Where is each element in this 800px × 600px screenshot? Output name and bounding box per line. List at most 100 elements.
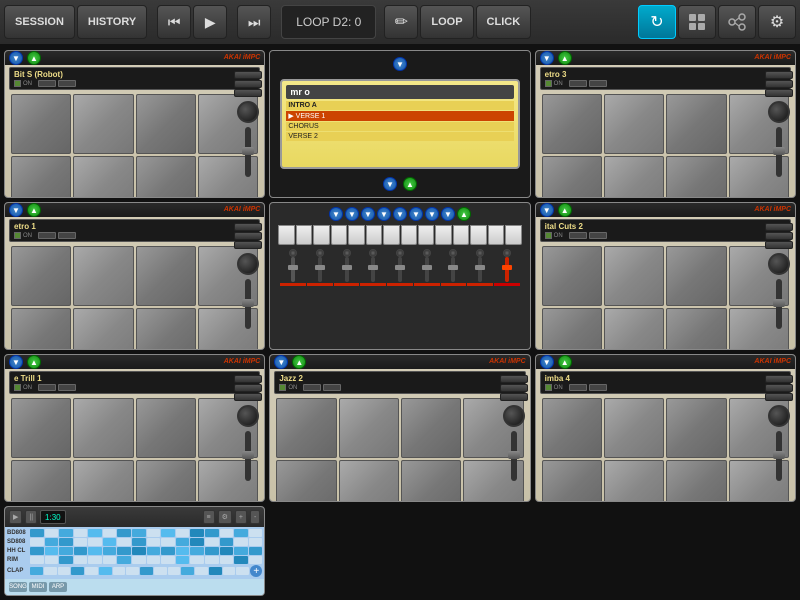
white-key[interactable] <box>383 225 399 245</box>
fader-3[interactable] <box>245 279 251 329</box>
seq-cell[interactable] <box>205 538 219 546</box>
pad[interactable] <box>542 246 602 306</box>
small-btn[interactable] <box>234 71 262 79</box>
kbd-btn-up[interactable]: ▲ <box>457 207 471 221</box>
pad[interactable] <box>136 246 196 306</box>
seq-cell[interactable] <box>58 567 71 575</box>
white-key[interactable] <box>313 225 329 245</box>
small-btn[interactable] <box>765 80 793 88</box>
seq-cell[interactable] <box>45 529 59 537</box>
btn-down-5[interactable]: ▼ <box>540 203 554 217</box>
white-key[interactable] <box>331 225 347 245</box>
pad[interactable] <box>136 398 196 458</box>
seq-cell[interactable] <box>59 538 73 546</box>
seq-song-btn[interactable]: SONG <box>9 582 27 592</box>
seq-btn-4[interactable]: ⚙ <box>218 510 232 524</box>
pad[interactable] <box>11 398 71 458</box>
play-button[interactable]: ▶ <box>193 5 227 39</box>
seq-cell[interactable] <box>88 538 102 546</box>
seq-cell[interactable] <box>190 556 204 564</box>
seq-cell[interactable] <box>88 547 102 555</box>
seq-cell[interactable] <box>44 567 57 575</box>
pad[interactable] <box>73 460 133 502</box>
seq-cell[interactable] <box>45 547 59 555</box>
seq-cell[interactable] <box>74 556 88 564</box>
pad[interactable] <box>542 94 602 154</box>
pad[interactable] <box>604 156 664 198</box>
nodes-button[interactable] <box>718 5 756 39</box>
seq-cell[interactable] <box>59 547 73 555</box>
kbd-btn-down6[interactable]: ▼ <box>409 207 423 221</box>
pad[interactable] <box>73 94 133 154</box>
small-btn[interactable] <box>765 232 793 240</box>
pad[interactable] <box>11 308 71 350</box>
white-key[interactable] <box>505 225 521 245</box>
seq-cell[interactable] <box>176 547 190 555</box>
loop-button[interactable]: LOOP <box>420 5 473 39</box>
mixer-knob[interactable] <box>476 249 484 257</box>
pad[interactable] <box>73 246 133 306</box>
pad[interactable] <box>542 156 602 198</box>
seq-cell[interactable] <box>220 529 234 537</box>
mixer-knob[interactable] <box>396 249 404 257</box>
seq-cell[interactable] <box>99 567 112 575</box>
prog-checkbox-2[interactable] <box>545 80 552 87</box>
pad[interactable] <box>666 94 726 154</box>
pad[interactable] <box>11 156 71 198</box>
seq-cell[interactable] <box>117 529 131 537</box>
pad[interactable] <box>542 460 602 502</box>
pad[interactable] <box>666 246 726 306</box>
btn-up-3[interactable]: ▲ <box>27 203 41 217</box>
seq-cell[interactable] <box>190 547 204 555</box>
white-key[interactable] <box>435 225 451 245</box>
small-btn[interactable] <box>234 384 262 392</box>
small-btn[interactable] <box>234 89 262 97</box>
btn-up-8[interactable]: ▲ <box>558 355 572 369</box>
mixer-fader[interactable] <box>478 257 482 282</box>
seq-cell[interactable] <box>30 556 44 564</box>
fader-8[interactable] <box>776 431 782 481</box>
seq-cell[interactable] <box>234 556 248 564</box>
small-btn[interactable] <box>234 393 262 401</box>
small-btn[interactable] <box>234 375 262 383</box>
pad[interactable] <box>339 460 399 502</box>
seq-cell[interactable] <box>176 556 190 564</box>
knob-3[interactable] <box>237 253 259 275</box>
mro-btn-down[interactable]: ▼ <box>393 57 407 71</box>
btn-down-2[interactable]: ▼ <box>540 51 554 65</box>
seq-cell[interactable] <box>161 538 175 546</box>
mixer-fader[interactable] <box>505 257 509 282</box>
seq-cell[interactable] <box>147 547 161 555</box>
pencil-button[interactable]: ✏ <box>384 5 418 39</box>
white-key[interactable] <box>418 225 434 245</box>
knob-6[interactable] <box>237 405 259 427</box>
knob-7[interactable] <box>503 405 525 427</box>
pad[interactable] <box>276 398 336 458</box>
mixer-fader[interactable] <box>345 257 349 282</box>
seq-cell[interactable] <box>30 567 43 575</box>
seq-cell[interactable] <box>205 556 219 564</box>
pad[interactable] <box>73 156 133 198</box>
seq-cell[interactable] <box>30 547 44 555</box>
mixer-fader[interactable] <box>451 257 455 282</box>
pad[interactable] <box>666 308 726 350</box>
mixer-fader[interactable] <box>398 257 402 282</box>
mixer-knob[interactable] <box>423 249 431 257</box>
mixer-fader[interactable] <box>371 257 375 282</box>
seq-cell[interactable] <box>249 556 263 564</box>
seq-cell[interactable] <box>59 529 73 537</box>
seq-cell[interactable] <box>176 538 190 546</box>
seq-cell[interactable] <box>209 567 222 575</box>
small-btn[interactable] <box>765 223 793 231</box>
session-button[interactable]: SESSION <box>4 5 75 39</box>
white-key[interactable] <box>296 225 312 245</box>
pad[interactable] <box>11 94 71 154</box>
seq-cell[interactable] <box>132 556 146 564</box>
seq-cell[interactable] <box>147 556 161 564</box>
pad[interactable] <box>339 398 399 458</box>
small-btn[interactable] <box>234 232 262 240</box>
seq-btn-5[interactable]: + <box>235 510 247 524</box>
seq-cell[interactable] <box>190 529 204 537</box>
seq-cell[interactable] <box>140 567 153 575</box>
kbd-btn-down4[interactable]: ▼ <box>377 207 391 221</box>
